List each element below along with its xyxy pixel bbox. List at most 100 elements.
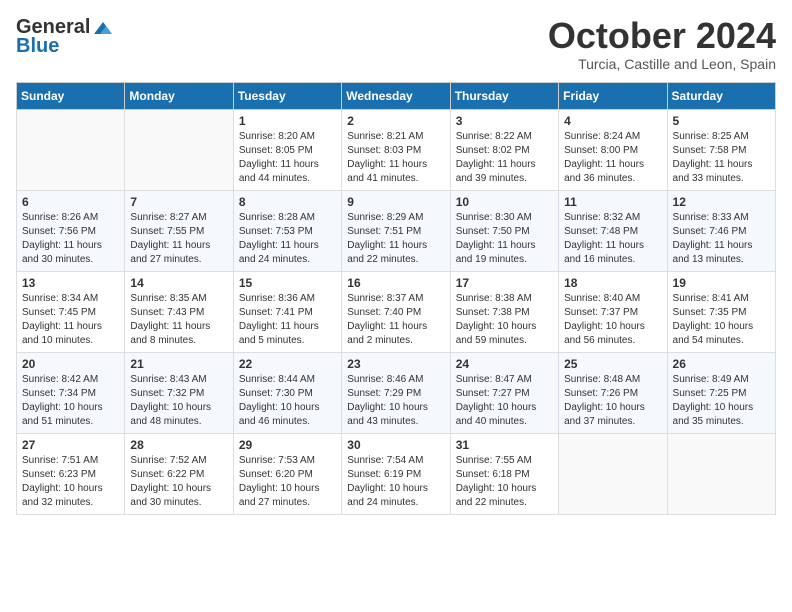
calendar-cell: 8 Sunrise: 8:28 AMSunset: 7:53 PMDaylight… xyxy=(233,190,341,271)
calendar-cell: 30 Sunrise: 7:54 AMSunset: 6:19 PMDayligh… xyxy=(342,433,450,514)
calendar-cell: 31 Sunrise: 7:55 AMSunset: 6:18 PMDayligh… xyxy=(450,433,558,514)
day-info: Sunrise: 8:32 AMSunset: 7:48 PMDaylight:… xyxy=(564,211,661,267)
calendar-cell: 24Sunrise: 8:47 AMSunset: 7:27 PMDayligh… xyxy=(450,352,558,433)
day-info: Sunrise: 8:20 AMSunset: 8:05 PMDaylight:… xyxy=(239,130,336,186)
logo-icon xyxy=(92,20,114,36)
header-monday: Monday xyxy=(125,82,233,109)
day-number: 6 xyxy=(22,195,119,209)
calendar-cell: 1Sunrise: 8:20 AMSunset: 8:05 PMDaylight… xyxy=(233,109,341,190)
day-info: Sunrise: 8:34 AMSunset: 7:45 PMDaylight:… xyxy=(22,292,119,348)
day-number: 3 xyxy=(456,114,553,128)
calendar-cell: 19 Sunrise: 8:41 AMSunset: 7:35 PMDayligh… xyxy=(667,271,775,352)
day-number: 10 xyxy=(456,195,553,209)
calendar-cell: 20 Sunrise: 8:42 AMSunset: 7:34 PMDayligh… xyxy=(17,352,125,433)
day-info: Sunrise: 8:44 AMSunset: 7:30 PMDaylight:… xyxy=(239,373,336,429)
day-info: Sunrise: 8:38 AMSunset: 7:38 PMDaylight:… xyxy=(456,292,553,348)
calendar-cell: 15 Sunrise: 8:36 AMSunset: 7:41 PMDayligh… xyxy=(233,271,341,352)
day-number: 26 xyxy=(673,357,770,371)
day-number: 15 xyxy=(239,276,336,290)
calendar-cell: 18 Sunrise: 8:40 AMSunset: 7:37 PMDayligh… xyxy=(559,271,667,352)
calendar-cell: 6 Sunrise: 8:26 AMSunset: 7:56 PMDaylight… xyxy=(17,190,125,271)
day-info: Sunrise: 7:55 AMSunset: 6:18 PMDaylight:… xyxy=(456,454,553,510)
day-info: Sunrise: 8:47 AMSunset: 7:27 PMDaylight:… xyxy=(456,373,553,429)
calendar-week-row: 1Sunrise: 8:20 AMSunset: 8:05 PMDaylight… xyxy=(17,109,776,190)
calendar-week-row: 20 Sunrise: 8:42 AMSunset: 7:34 PMDayligh… xyxy=(17,352,776,433)
day-info: Sunrise: 8:35 AMSunset: 7:43 PMDaylight:… xyxy=(130,292,227,348)
day-number: 30 xyxy=(347,438,444,452)
day-number: 8 xyxy=(239,195,336,209)
day-number: 16 xyxy=(347,276,444,290)
day-info: Sunrise: 8:24 AMSunset: 8:00 PMDaylight:… xyxy=(564,130,661,186)
day-number: 2 xyxy=(347,114,444,128)
day-number: 17 xyxy=(456,276,553,290)
logo-blue-text: Blue xyxy=(16,35,59,58)
header: General Blue October 2024 Turcia, Castil… xyxy=(16,16,776,72)
day-info: Sunrise: 7:52 AMSunset: 6:22 PMDaylight:… xyxy=(130,454,227,510)
day-number: 5 xyxy=(673,114,770,128)
calendar-cell: 27 Sunrise: 7:51 AMSunset: 6:23 PMDayligh… xyxy=(17,433,125,514)
calendar-cell: 26 Sunrise: 8:49 AMSunset: 7:25 PMDayligh… xyxy=(667,352,775,433)
header-friday: Friday xyxy=(559,82,667,109)
calendar-cell: 22 Sunrise: 8:44 AMSunset: 7:30 PMDayligh… xyxy=(233,352,341,433)
day-info: Sunrise: 8:33 AMSunset: 7:46 PMDaylight:… xyxy=(673,211,770,267)
day-number: 31 xyxy=(456,438,553,452)
day-number: 21 xyxy=(130,357,227,371)
calendar-cell xyxy=(17,109,125,190)
calendar-cell: 13 Sunrise: 8:34 AMSunset: 7:45 PMDayligh… xyxy=(17,271,125,352)
header-tuesday: Tuesday xyxy=(233,82,341,109)
day-number: 9 xyxy=(347,195,444,209)
calendar-cell xyxy=(559,433,667,514)
calendar-cell: 25 Sunrise: 8:48 AMSunset: 7:26 PMDayligh… xyxy=(559,352,667,433)
day-number: 12 xyxy=(673,195,770,209)
calendar-cell: 10 Sunrise: 8:30 AMSunset: 7:50 PMDayligh… xyxy=(450,190,558,271)
day-number: 29 xyxy=(239,438,336,452)
month-title: October 2024 xyxy=(548,16,776,56)
day-info: Sunrise: 8:29 AMSunset: 7:51 PMDaylight:… xyxy=(347,211,444,267)
day-number: 13 xyxy=(22,276,119,290)
day-number: 18 xyxy=(564,276,661,290)
day-number: 22 xyxy=(239,357,336,371)
day-number: 27 xyxy=(22,438,119,452)
calendar-cell: 14 Sunrise: 8:35 AMSunset: 7:43 PMDayligh… xyxy=(125,271,233,352)
day-info: Sunrise: 8:48 AMSunset: 7:26 PMDaylight:… xyxy=(564,373,661,429)
calendar-cell: 23 Sunrise: 8:46 AMSunset: 7:29 PMDayligh… xyxy=(342,352,450,433)
day-number: 7 xyxy=(130,195,227,209)
day-number: 20 xyxy=(22,357,119,371)
day-number: 14 xyxy=(130,276,227,290)
calendar-cell xyxy=(125,109,233,190)
calendar-cell: 11 Sunrise: 8:32 AMSunset: 7:48 PMDayligh… xyxy=(559,190,667,271)
logo: General Blue xyxy=(16,16,116,58)
header-sunday: Sunday xyxy=(17,82,125,109)
calendar-cell: 21 Sunrise: 8:43 AMSunset: 7:32 PMDayligh… xyxy=(125,352,233,433)
day-number: 4 xyxy=(564,114,661,128)
day-info: Sunrise: 8:26 AMSunset: 7:56 PMDaylight:… xyxy=(22,211,119,267)
calendar-cell: 3Sunrise: 8:22 AMSunset: 8:02 PMDaylight… xyxy=(450,109,558,190)
day-info: Sunrise: 7:51 AMSunset: 6:23 PMDaylight:… xyxy=(22,454,119,510)
calendar-cell xyxy=(667,433,775,514)
calendar-table: SundayMondayTuesdayWednesdayThursdayFrid… xyxy=(16,82,776,515)
calendar-week-row: 13 Sunrise: 8:34 AMSunset: 7:45 PMDayligh… xyxy=(17,271,776,352)
day-number: 25 xyxy=(564,357,661,371)
day-number: 11 xyxy=(564,195,661,209)
day-number: 19 xyxy=(673,276,770,290)
day-number: 23 xyxy=(347,357,444,371)
calendar-cell: 28Sunrise: 7:52 AMSunset: 6:22 PMDayligh… xyxy=(125,433,233,514)
day-info: Sunrise: 8:46 AMSunset: 7:29 PMDaylight:… xyxy=(347,373,444,429)
day-info: Sunrise: 8:40 AMSunset: 7:37 PMDaylight:… xyxy=(564,292,661,348)
day-info: Sunrise: 8:49 AMSunset: 7:25 PMDaylight:… xyxy=(673,373,770,429)
day-info: Sunrise: 7:54 AMSunset: 6:19 PMDaylight:… xyxy=(347,454,444,510)
day-info: Sunrise: 8:27 AMSunset: 7:55 PMDaylight:… xyxy=(130,211,227,267)
location: Turcia, Castille and Leon, Spain xyxy=(548,56,776,72)
day-info: Sunrise: 8:28 AMSunset: 7:53 PMDaylight:… xyxy=(239,211,336,267)
calendar-week-row: 27 Sunrise: 7:51 AMSunset: 6:23 PMDayligh… xyxy=(17,433,776,514)
header-wednesday: Wednesday xyxy=(342,82,450,109)
calendar-cell: 2Sunrise: 8:21 AMSunset: 8:03 PMDaylight… xyxy=(342,109,450,190)
calendar-cell: 29Sunrise: 7:53 AMSunset: 6:20 PMDayligh… xyxy=(233,433,341,514)
day-info: Sunrise: 8:41 AMSunset: 7:35 PMDaylight:… xyxy=(673,292,770,348)
calendar-header-row: SundayMondayTuesdayWednesdayThursdayFrid… xyxy=(17,82,776,109)
day-info: Sunrise: 8:42 AMSunset: 7:34 PMDaylight:… xyxy=(22,373,119,429)
title-area: October 2024 Turcia, Castille and Leon, … xyxy=(548,16,776,72)
day-info: Sunrise: 8:36 AMSunset: 7:41 PMDaylight:… xyxy=(239,292,336,348)
day-info: Sunrise: 8:30 AMSunset: 7:50 PMDaylight:… xyxy=(456,211,553,267)
day-info: Sunrise: 8:43 AMSunset: 7:32 PMDaylight:… xyxy=(130,373,227,429)
